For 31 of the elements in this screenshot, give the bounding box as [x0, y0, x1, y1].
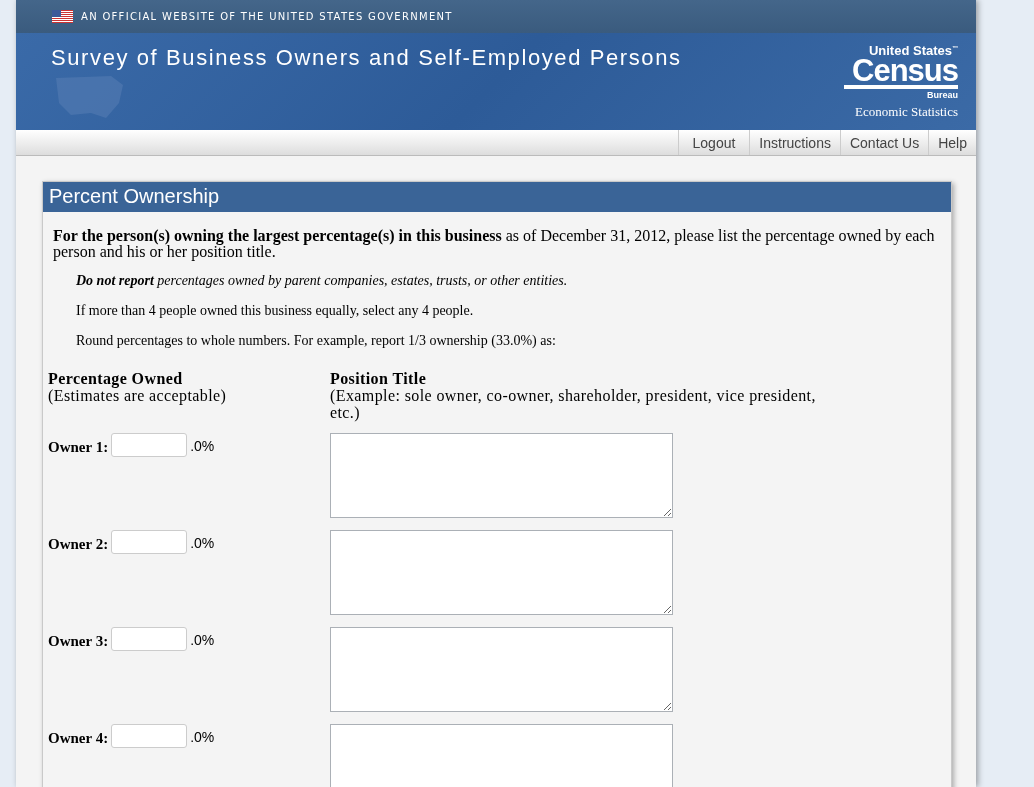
panel-title: Percent Ownership [43, 182, 951, 212]
owner-label: Owner 4: [48, 730, 109, 747]
position-title-field[interactable] [330, 627, 673, 712]
percent-suffix: .0% [190, 729, 215, 745]
percentage-field[interactable] [111, 627, 188, 651]
owner-label: Owner 1: [48, 439, 109, 456]
percentage-field[interactable] [111, 724, 188, 748]
position-title-field[interactable] [330, 530, 673, 615]
percent-suffix: .0% [190, 632, 215, 648]
government-notice: AN OFFICIAL WEBSITE OF THE UNITED STATES GOVERNMENT [81, 11, 453, 22]
flag-icon [52, 10, 73, 23]
nav-link[interactable]: Help [928, 130, 976, 155]
nav-link[interactable]: Logout [677, 130, 750, 155]
census-logo[interactable]: United States$^{™}$ Census Bureau Economic Statistics [844, 42, 958, 130]
percentage-field[interactable] [111, 433, 188, 457]
position-title-field[interactable] [330, 433, 673, 518]
note-text: If more than 4 people owned this business equally, select any 4 people. [76, 302, 475, 320]
percent-suffix: .0% [190, 535, 215, 551]
nav-link[interactable]: Contact Us [839, 130, 929, 155]
percent-suffix: .0% [190, 438, 215, 454]
note-text: Do not report percentages owned by parent companies, estates, trusts, or other entities. [76, 272, 569, 290]
position-title-field[interactable] [330, 724, 673, 787]
note-text: Round percentages to whole numbers. For example, report 1/3 ownership (33.0%) as: [76, 332, 557, 350]
owner-label: Owner 3: [48, 633, 109, 650]
instructions-text: For the person(s) owning the largest percentage(s) in this business as of December 31, 2012, please list the percentage owned by each person and his or her position title. [53, 228, 936, 260]
nav-link[interactable]: Instructions [749, 130, 840, 155]
percentage-field[interactable] [111, 530, 188, 554]
column-heading: Position Title (Example: sole owner, co-owner, shareholder, president, vice president, etc.) [330, 370, 817, 421]
owner-label: Owner 2: [48, 536, 109, 553]
survey-title: Survey of Business Owners and Self-Employed Persons [51, 45, 682, 71]
column-heading: Percentage Owned (Estimates are acceptable) [48, 370, 228, 407]
